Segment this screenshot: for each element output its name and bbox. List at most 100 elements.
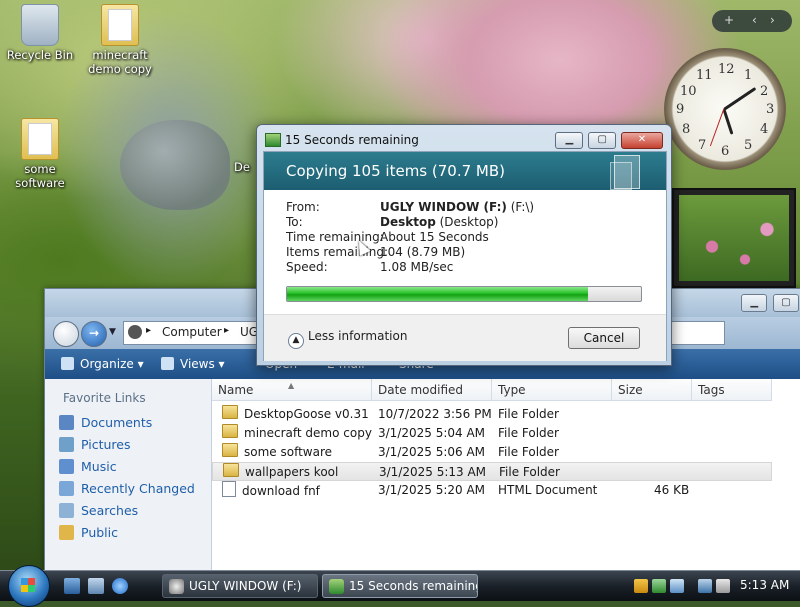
- folder-icon: [222, 443, 238, 457]
- folder-icon: [21, 118, 59, 160]
- items-remaining-label: Items remaining:: [286, 245, 389, 259]
- previous-page-icon[interactable]: ‹: [752, 13, 757, 27]
- taskbar-button-copy-dialog[interactable]: 15 Seconds remaining: [322, 574, 478, 598]
- organize-icon: [61, 357, 74, 370]
- nav-link-music[interactable]: Music: [59, 459, 117, 477]
- folder-icon: [223, 463, 239, 477]
- copy-icon: [329, 579, 344, 594]
- public-folder-icon: [59, 525, 74, 540]
- clock-number: 4: [760, 122, 769, 137]
- nav-link-public[interactable]: Public: [59, 525, 118, 543]
- dialog-body: Copying 105 items (70.7 MB) From: UGLY W…: [263, 151, 667, 361]
- file-type: File Folder: [499, 465, 560, 479]
- slideshow-image: [679, 195, 789, 281]
- recent-pages-dropdown[interactable]: ▼: [109, 327, 116, 337]
- to-value-name: Desktop: [380, 215, 436, 229]
- organize-button[interactable]: Organize ▾: [61, 357, 144, 371]
- nav-link-label: Documents: [81, 415, 153, 430]
- nav-link-label: Public: [81, 525, 118, 540]
- nav-link-pictures[interactable]: Pictures: [59, 437, 131, 455]
- table-row[interactable]: DesktopGoose v0.31 10/7/2022 3:56 PM Fil…: [212, 405, 772, 424]
- sidebar-gadget-toolbar: + ‹ ›: [712, 10, 792, 32]
- nav-link-documents[interactable]: Documents: [59, 415, 152, 433]
- column-header-date-modified[interactable]: Date modified: [372, 379, 492, 401]
- add-gadget-icon[interactable]: +: [724, 13, 734, 27]
- recycle-bin-icon: [21, 4, 59, 46]
- show-desktop-icon[interactable]: [64, 578, 80, 594]
- recently-changed-icon: [59, 481, 74, 496]
- display-icon[interactable]: [698, 579, 712, 593]
- file-name: some software: [244, 445, 333, 459]
- table-row-selected[interactable]: wallpapers kool 3/1/2025 5:13 AM File Fo…: [212, 462, 772, 481]
- clock-number: 9: [676, 102, 685, 117]
- column-header-label: Type: [498, 383, 526, 397]
- action-center-icon[interactable]: [652, 579, 666, 593]
- desktop-icon-label: Recycle Bin: [6, 48, 74, 62]
- nav-link-label: Recently Changed: [81, 481, 195, 496]
- forward-button[interactable]: →: [81, 321, 107, 347]
- desktop-icon-recycle-bin[interactable]: Recycle Bin: [0, 4, 80, 62]
- file-date: 3/1/2025 5:06 AM: [378, 445, 486, 459]
- desktop-icon-some-software[interactable]: some software: [0, 118, 80, 190]
- start-button[interactable]: [8, 565, 50, 607]
- slideshow-gadget[interactable]: [672, 188, 796, 288]
- views-label: Views ▾: [180, 357, 225, 371]
- next-page-icon[interactable]: ›: [770, 13, 775, 27]
- clock-number: 5: [744, 138, 753, 153]
- column-header-tags[interactable]: Tags: [692, 379, 772, 401]
- views-button[interactable]: Views ▾: [161, 357, 225, 371]
- breadcrumb-separator-icon: ▸: [224, 325, 230, 336]
- from-value-path: (F:\): [506, 200, 535, 214]
- maximize-button[interactable]: ▢: [773, 294, 799, 312]
- table-row[interactable]: minecraft demo copy 3/1/2025 5:04 AM Fil…: [212, 424, 772, 443]
- close-icon: ✕: [637, 134, 647, 145]
- file-list: ▲ Name Date modified Type Size Tags Desk…: [212, 379, 800, 571]
- column-header-size[interactable]: Size: [612, 379, 692, 401]
- time-remaining-label: Time remaining:: [286, 230, 384, 244]
- clock-number: 12: [718, 62, 735, 77]
- taskbar-button-explorer[interactable]: UGLY WINDOW (F:): [162, 574, 318, 598]
- taskbar-clock[interactable]: 5:13 AM: [740, 578, 789, 592]
- dialog-close-button[interactable]: ✕: [621, 132, 663, 149]
- folder-icon: [222, 405, 238, 419]
- to-value-path: (Desktop): [435, 215, 499, 229]
- minimize-button[interactable]: ▁: [741, 294, 768, 312]
- folder-icon: [222, 424, 238, 438]
- nav-link-searches[interactable]: Searches: [59, 503, 138, 521]
- clock-minute-hand: [723, 87, 757, 111]
- desktop-icon-minecraft-demo-copy[interactable]: minecraft demo copy: [80, 4, 160, 76]
- security-shield-icon[interactable]: [634, 579, 648, 593]
- documents-graphic-icon: [614, 155, 640, 189]
- items-remaining-value: 104 (8.79 MB): [380, 245, 466, 259]
- back-button[interactable]: [53, 321, 79, 347]
- network-icon[interactable]: [670, 579, 684, 593]
- clock-gadget[interactable]: 12 1 2 3 4 5 6 7 8 9 10 11: [664, 48, 786, 170]
- clock-number: 3: [766, 102, 775, 117]
- dialog-maximize-button[interactable]: ▢: [588, 132, 617, 149]
- column-header-label: Date modified: [378, 383, 464, 397]
- clock-number: 8: [682, 122, 691, 137]
- column-header-type[interactable]: Type: [492, 379, 612, 401]
- nav-link-label: Searches: [81, 503, 139, 518]
- table-row[interactable]: some software 3/1/2025 5:06 AM File Fold…: [212, 443, 772, 462]
- minimize-icon: ▁: [565, 134, 574, 145]
- less-information-toggle[interactable]: ▲ Less information: [288, 329, 407, 349]
- from-value: UGLY WINDOW (F:) (F:\): [380, 200, 534, 214]
- clock-number: 11: [696, 68, 713, 83]
- column-header-name[interactable]: ▲ Name: [212, 379, 372, 401]
- from-label: From:: [286, 200, 320, 214]
- dialog-minimize-button[interactable]: ▁: [555, 132, 584, 149]
- internet-explorer-icon[interactable]: [112, 578, 128, 594]
- table-row[interactable]: download fnf 3/1/2025 5:20 AM HTML Docum…: [212, 481, 772, 500]
- breadcrumb-computer[interactable]: Computer: [162, 325, 222, 339]
- cancel-button[interactable]: Cancel: [568, 327, 640, 349]
- favorite-links-heading: Favorite Links: [63, 391, 146, 405]
- copy-heading: Copying 105 items (70.7 MB): [286, 162, 505, 180]
- volume-muted-icon[interactable]: [716, 579, 730, 593]
- nav-link-recently-changed[interactable]: Recently Changed: [59, 481, 195, 499]
- maximize-icon: ▢: [597, 134, 607, 145]
- switch-windows-icon[interactable]: [88, 578, 104, 594]
- less-information-label: Less information: [308, 329, 408, 343]
- file-name: wallpapers kool: [245, 465, 339, 479]
- speed-value: 1.08 MB/sec: [380, 260, 454, 274]
